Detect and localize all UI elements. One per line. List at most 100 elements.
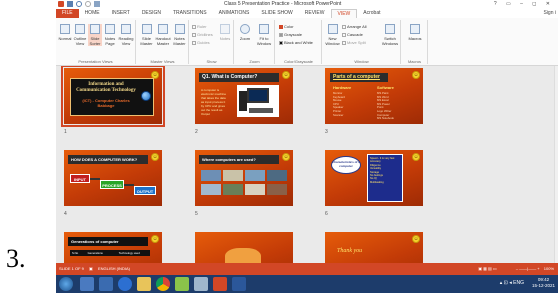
guides-checkbox[interactable]: Guides xyxy=(192,40,210,45)
notes-icon xyxy=(220,24,230,34)
list-item: Scanner xyxy=(333,112,344,117)
group-label: Window xyxy=(354,59,369,64)
slide-sorter-button[interactable]: Slide Sorter xyxy=(88,24,102,46)
tab-transitions[interactable]: TRANSITIONS xyxy=(167,9,213,18)
slide-sorter-area: ☺ Information and Communication Technolo… xyxy=(56,66,554,263)
black-white-button[interactable]: Black and White xyxy=(279,40,313,45)
tab-animations[interactable]: ANIMATIONS xyxy=(213,9,256,18)
group-label: Color/Grayscale xyxy=(284,59,313,64)
normal-view-button[interactable]: Normal xyxy=(58,24,72,41)
outline-view-button[interactable]: Outline View xyxy=(73,24,87,46)
arrange-all-button[interactable]: Arrange All xyxy=(342,24,367,29)
sign-in-link[interactable]: Sign i xyxy=(543,9,556,18)
word-taskbar-icon[interactable] xyxy=(232,277,246,291)
app-icon[interactable] xyxy=(194,277,208,291)
output-box: OUTPUT xyxy=(134,186,156,195)
fit-window-icon xyxy=(259,24,269,34)
handout-master-button[interactable]: Handout Master xyxy=(155,24,171,46)
photo-school xyxy=(245,170,265,181)
slide-title: HOW DOES A COMPUTER WORK? xyxy=(68,155,148,164)
slide-master-button[interactable]: Slide Master xyxy=(139,24,154,46)
grayscale-button[interactable]: Grayscale xyxy=(279,32,302,37)
switch-windows-icon xyxy=(385,24,395,34)
slide-thumbnail-6[interactable]: ☺ Characteristics of a computer Speed - … xyxy=(325,150,423,206)
move-split-button[interactable]: Move Split xyxy=(342,40,366,45)
file-explorer-icon[interactable] xyxy=(137,277,151,291)
internet-explorer-icon[interactable] xyxy=(118,277,132,291)
grayscale-swatch-icon xyxy=(279,32,283,37)
show-desktop-icon[interactable] xyxy=(80,277,94,291)
tab-design[interactable]: DESIGN xyxy=(136,9,167,18)
split-icon xyxy=(342,40,346,45)
notes-page-icon xyxy=(105,24,115,34)
redo-icon[interactable] xyxy=(85,1,91,7)
notes-master-button[interactable]: Notes Master xyxy=(172,24,187,46)
group-color-grayscale: Color Grayscale Black and White Color/Gr… xyxy=(276,20,322,64)
macros-icon xyxy=(410,24,420,34)
zoom-slider[interactable]: – ——|—— + xyxy=(516,266,540,271)
smiley-icon: ☺ xyxy=(151,235,159,243)
slide-thumbnail-1[interactable]: ☺ Information and Communication Technolo… xyxy=(61,66,165,127)
group-zoom: Zoom Fit to Window Zoom xyxy=(235,20,275,64)
bw-swatch-icon xyxy=(279,40,283,45)
tab-slide-show[interactable]: SLIDE SHOW xyxy=(255,9,298,18)
slide-thumbnail-9[interactable]: ☺ Thank you xyxy=(325,232,423,263)
magnifier-icon xyxy=(240,24,250,34)
slide-thumbnail-7[interactable]: ☺ Generations of computer S.No Generatio… xyxy=(64,232,162,263)
language-indicator[interactable]: ENGLISH (INDIA) xyxy=(98,266,130,271)
tab-review[interactable]: REVIEW xyxy=(299,9,331,18)
media-player-icon[interactable] xyxy=(99,277,113,291)
slide-sorter-icon xyxy=(90,24,100,34)
vertical-scrollbar[interactable] xyxy=(554,66,558,263)
start-button-icon[interactable] xyxy=(59,277,73,291)
photo-hospital xyxy=(267,170,287,181)
reading-view-button[interactable]: Reading View xyxy=(118,24,134,46)
macros-button[interactable]: Macros xyxy=(406,24,424,41)
slide-thumbnail-5[interactable]: ☺ Where computers are used? xyxy=(195,150,293,206)
system-tray[interactable]: ▴ ⊡ ◂ ENG xyxy=(500,280,524,286)
powerpoint-taskbar-icon[interactable] xyxy=(213,277,227,291)
slideshow-start-icon[interactable] xyxy=(94,1,100,7)
group-presentation-views: Normal Outline View Slide Sorter Notes P… xyxy=(56,20,136,64)
clock[interactable]: 09:42 15-12-2021 xyxy=(532,277,555,289)
slide-number: 1 xyxy=(64,129,67,135)
undo-icon[interactable] xyxy=(76,1,82,7)
cascade-button[interactable]: Cascade xyxy=(342,32,363,37)
spellcheck-icon[interactable]: ▣ xyxy=(89,266,93,271)
list-item: MS Notebook xyxy=(377,116,394,121)
chrome-icon[interactable] xyxy=(156,277,170,291)
notes-page-button[interactable]: Notes Page xyxy=(103,24,117,46)
status-bar: SLIDE 1 OF 9 ▣ ENGLISH (INDIA) ▣ ▦ ▤ ▭ –… xyxy=(56,263,558,275)
zoom-button[interactable]: Zoom xyxy=(237,24,253,41)
powerpoint-window: Class 5 Presentation Practice - Microsof… xyxy=(56,0,558,275)
new-window-button[interactable]: New Window xyxy=(325,24,340,46)
window-controls[interactable]: ? ▭ – ◻ ✕ xyxy=(494,0,554,9)
paint-icon[interactable] xyxy=(175,277,189,291)
gridlines-checkbox[interactable]: Gridlines xyxy=(192,32,213,37)
view-buttons[interactable]: ▣ ▦ ▤ ▭ xyxy=(478,266,496,271)
group-master-views: Slide Master Handout Master Notes Master… xyxy=(137,20,189,64)
color-button[interactable]: Color xyxy=(279,24,294,29)
slide-thumbnail-3[interactable]: ☺ Parts of a computer Hardware Monitor Ke… xyxy=(325,68,423,124)
ribbon-tabs: FILE HOME INSERT DESIGN TRANSITIONS ANIM… xyxy=(56,9,558,18)
notes-button[interactable]: Notes xyxy=(218,24,232,41)
switch-windows-button[interactable]: Switch Windows xyxy=(381,24,399,46)
zoom-controls[interactable]: ▣ ▦ ▤ ▭ – ——|—— + 100% xyxy=(478,263,554,275)
slide-thumbnail-2[interactable]: ☺ Q1. What is Computer? A computer is el… xyxy=(195,68,293,124)
zoom-level[interactable]: 100% xyxy=(544,266,554,271)
slide-thumbnail-4[interactable]: ☺ HOW DOES A COMPUTER WORK? INPUT PROCES… xyxy=(64,150,162,206)
ruler-checkbox[interactable]: Ruler xyxy=(192,24,207,29)
reading-view-icon xyxy=(121,24,131,34)
tab-acrobat[interactable]: Acrobat xyxy=(357,9,386,18)
slide-thumbnail-8[interactable] xyxy=(195,232,293,263)
smiley-icon: ☺ xyxy=(412,235,420,243)
group-macros: Macros Macros xyxy=(402,20,428,64)
group-show: Ruler Gridlines Guides Notes Show xyxy=(190,20,234,64)
save-icon[interactable] xyxy=(67,1,73,7)
tab-file[interactable]: FILE xyxy=(56,9,79,18)
checkbox-icon xyxy=(192,40,196,45)
tab-view[interactable]: VIEW xyxy=(330,9,358,18)
tab-home[interactable]: HOME xyxy=(79,9,106,18)
fit-to-window-button[interactable]: Fit to Window xyxy=(255,24,273,46)
tab-insert[interactable]: INSERT xyxy=(106,9,136,18)
